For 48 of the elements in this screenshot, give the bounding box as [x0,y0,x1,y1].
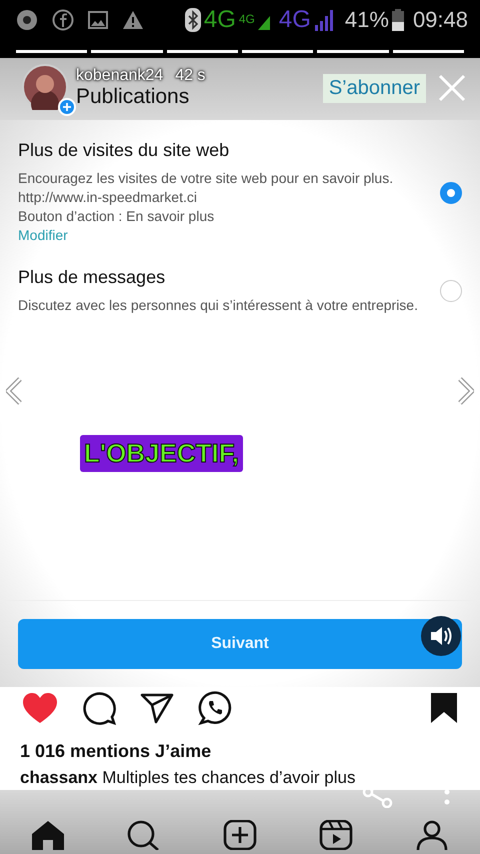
follow-button[interactable]: S’abonner [322,74,426,102]
story-progress-segment [392,50,464,53]
option-description: Discutez avec les personnes qui s’intéressent à votre entreprise. [18,296,419,315]
next-button[interactable]: Suivant [18,619,462,669]
clock: 09:48 [412,7,468,33]
story-progress-segment [91,50,163,53]
story-progress-segment [166,50,238,53]
add-post-icon[interactable] [223,820,257,850]
next-arrow-icon[interactable] [458,377,474,405]
image-icon [88,10,108,30]
option-title: Plus de visites du site web [18,140,230,161]
send-icon[interactable] [140,692,174,724]
reels-icon[interactable] [319,820,353,850]
battery-level: 41% [344,7,389,33]
avatar[interactable] [22,64,68,110]
search-icon[interactable] [127,820,161,850]
network-type: 4G [238,12,255,26]
story-progress-segment [242,50,314,53]
network-type: 4G [204,6,236,34]
previous-arrow-icon[interactable] [6,377,22,405]
add-icon[interactable] [58,98,76,116]
speaker-icon[interactable] [420,615,462,657]
option-description: Bouton d’action : En savoir plus [18,207,216,226]
bluetooth-icon [184,8,201,32]
radio-button[interactable] [440,280,462,302]
network-type: 4G [278,6,311,34]
home-icon[interactable] [31,820,65,850]
username[interactable]: kobenank24 [76,67,164,85]
warning-icon [122,10,144,30]
option-description: http://www.in-speedmarket.ci [18,188,198,207]
edit-link[interactable]: Modifier [18,226,430,245]
option-description: Encouragez les visites de votre site web pour en savoir plus. [18,169,394,188]
screen-title: Publications [76,85,190,109]
radio-button[interactable] [440,182,462,204]
text-sticker: L'OBJECTIF, [80,435,243,472]
story-progress-segment [317,50,389,53]
like-count: 1 016 mentions J’aime [19,740,212,763]
signal-icon [314,9,336,31]
story-progress-segment [16,50,88,53]
post-caption: chassanx Multiples tes chances d’avoir plus [20,768,356,787]
facebook-icon [52,9,74,31]
phone-chat-icon[interactable] [198,691,232,725]
battery-icon [392,9,404,31]
profile-icon[interactable] [415,820,449,850]
comment-icon[interactable] [82,691,116,725]
option-title: Plus de messages [18,267,166,288]
heart-icon[interactable] [22,692,58,724]
bookmark-icon[interactable] [430,692,458,724]
